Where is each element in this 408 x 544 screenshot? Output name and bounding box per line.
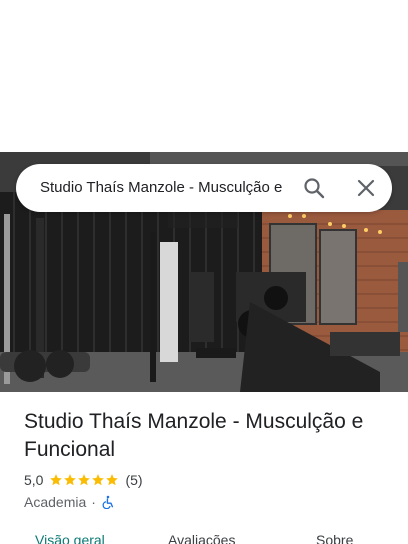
search-icon[interactable] [302,176,326,200]
rating-value: 5,0 [24,472,44,488]
rating-row[interactable]: 5,0 (5) [24,470,143,490]
search-input[interactable]: Studio Thaís Manzole - Musculção e [40,164,292,212]
tab-about[interactable]: Sobre [316,530,353,544]
star-icon [64,474,77,486]
separator: · [91,494,96,510]
star-icon [78,474,91,486]
category-row: Academia · [24,492,115,512]
star-icon [50,474,63,486]
tab-overview[interactable]: Visão geral [35,530,105,544]
tab-reviews[interactable]: Avaliações [168,530,235,544]
search-bar[interactable]: Studio Thaís Manzole - Musculção e [16,164,392,212]
review-count[interactable]: (5) [125,472,142,488]
star-icon [106,474,119,486]
close-icon[interactable] [354,176,378,200]
star-icon [92,474,105,486]
wheelchair-icon [101,495,115,510]
place-category: Academia [24,494,87,510]
place-title: Studio Thaís Manzole - Musculção e Funci… [24,410,364,461]
star-rating [49,473,119,487]
place-tabs: Visão geral Avaliações Sobre [0,530,408,544]
map-blank-area [0,0,408,152]
